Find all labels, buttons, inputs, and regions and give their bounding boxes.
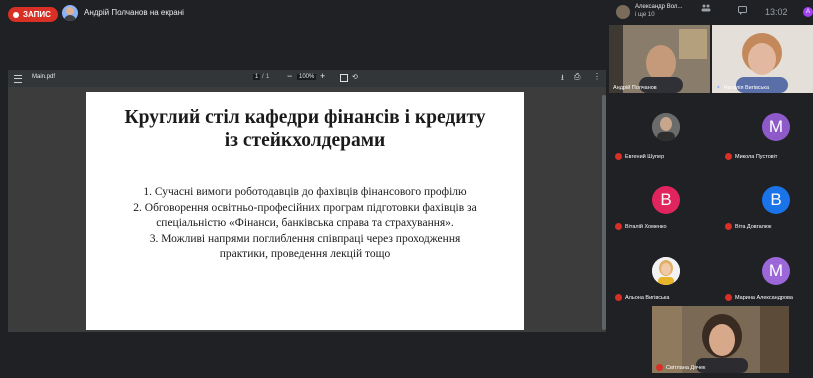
slide-title-line: із стейкхолдерами xyxy=(224,130,386,151)
pdf-scrollbar[interactable] xyxy=(602,95,606,330)
slide-line: спеціальністю «Фінанси, банківська справ… xyxy=(156,217,454,229)
participant-name: Віта Довгалюк xyxy=(725,223,771,230)
pin-icon: ✦ xyxy=(716,85,721,91)
participant-name: Евгений Шупер xyxy=(615,153,664,160)
participant-name: Світлана Дячек xyxy=(656,364,705,371)
clock: 13:02 xyxy=(765,7,788,17)
participant-name: ✦ Наталія Вигівська xyxy=(716,85,770,91)
participant-name: Андрій Полчанов xyxy=(613,85,657,91)
slide-line: практики, проведення лекцій тощо xyxy=(219,248,391,260)
participant-name: Микола Пустовіт xyxy=(725,153,777,160)
participant-avatar: В xyxy=(762,186,790,214)
print-icon[interactable]: ⎙ xyxy=(574,72,580,82)
slide-line: 2. Обговорення освітньо-професійних прог… xyxy=(133,201,477,214)
mic-off-icon xyxy=(615,223,622,230)
video-feed xyxy=(712,25,813,93)
mic-off-icon xyxy=(615,294,622,301)
menu-icon[interactable] xyxy=(14,75,22,83)
account-sub: і ще 10 xyxy=(635,12,655,18)
participant-photo xyxy=(652,257,680,285)
participant-tile[interactable]: Андрій Полчанов xyxy=(609,25,710,93)
page-separator: / xyxy=(262,74,264,80)
participant-name: Альона Вигівська xyxy=(615,294,669,301)
account-avatar[interactable] xyxy=(616,5,630,19)
page-total: 1 xyxy=(266,74,270,80)
slide-title: Круглий стіл кафедри фінансів і кредиту … xyxy=(86,106,524,152)
pdf-file-name: Main.pdf xyxy=(32,74,56,80)
mic-off-icon xyxy=(725,223,732,230)
participant-tile[interactable]: ✦ Наталія Вигівська xyxy=(712,25,813,93)
pdf-page: Круглий стіл кафедри фінансів і кредиту … xyxy=(86,92,524,330)
account-name: Александр Вол... xyxy=(635,4,683,10)
slide-line: 3. Можливі напрями поглиблення співпраці… xyxy=(149,232,461,245)
fit-page-icon[interactable] xyxy=(340,74,348,82)
chat-icon[interactable] xyxy=(738,6,747,17)
mic-off-icon xyxy=(615,153,622,160)
record-dot-icon xyxy=(13,11,19,18)
rotate-icon[interactable]: ⟲ xyxy=(352,73,358,81)
participant-name: Віталій Хоменко xyxy=(615,223,667,230)
participant-avatar: М xyxy=(762,257,790,285)
zoom-level-input[interactable]: 100% xyxy=(297,74,317,80)
presenter-label: Андрій Полчанов на екрані xyxy=(84,8,184,17)
participant-avatar: М xyxy=(762,113,790,141)
more-options-icon[interactable]: ⋮ xyxy=(593,72,601,81)
people-icon[interactable] xyxy=(701,4,711,15)
download-icon[interactable]: ⭳ xyxy=(561,72,564,86)
video-feed xyxy=(609,25,710,93)
user-avatar-button[interactable]: А xyxy=(803,7,813,17)
slide-title-line: Круглий стіл кафедри фінансів і кредиту xyxy=(124,107,486,128)
slide-body: 1. Сучасні вимоги роботодавців до фахівц… xyxy=(86,185,524,263)
presenter-avatar xyxy=(62,5,78,21)
recording-indicator[interactable]: ЗАПИС xyxy=(8,7,58,22)
participant-name: Марина Александрова xyxy=(725,294,793,301)
slide-line: 1. Сучасні вимоги роботодавців до фахівц… xyxy=(143,186,467,198)
recording-label: ЗАПИС xyxy=(23,10,51,19)
mic-off-icon xyxy=(725,294,732,301)
participant-photo xyxy=(652,113,680,141)
zoom-out-button[interactable]: − xyxy=(287,71,292,81)
participant-tile[interactable]: Світлана Дячек xyxy=(652,306,789,373)
page-number-input[interactable]: 1 xyxy=(253,74,261,80)
zoom-in-button[interactable]: + xyxy=(320,71,325,81)
video-feed xyxy=(652,306,789,373)
mic-off-icon xyxy=(656,364,663,371)
participant-avatar: В xyxy=(652,186,680,214)
mic-off-icon xyxy=(725,153,732,160)
